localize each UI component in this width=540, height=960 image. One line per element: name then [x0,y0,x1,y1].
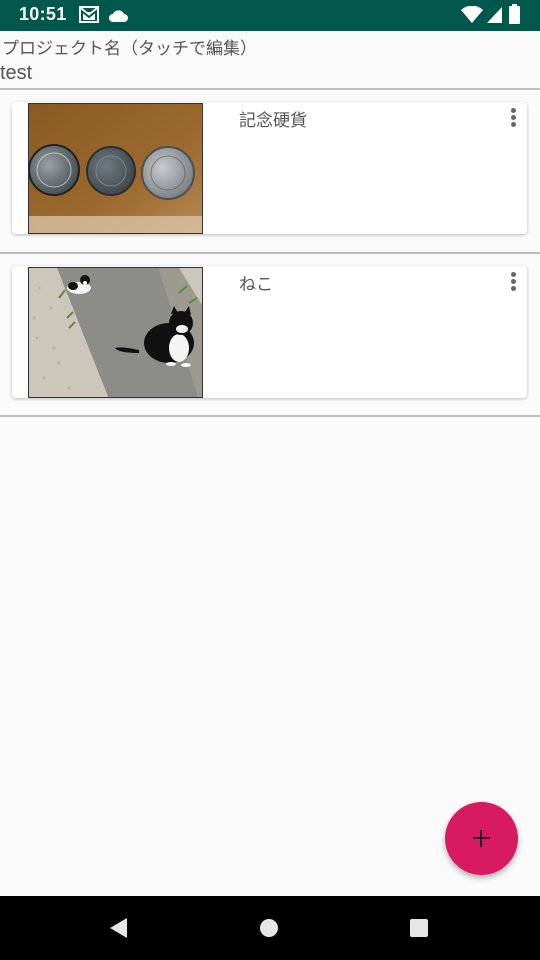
battery-icon [509,4,520,28]
more-options-icon[interactable] [505,270,521,296]
back-icon[interactable] [109,917,129,939]
signal-icon [486,6,503,28]
project-name-value[interactable]: test [0,62,32,85]
add-item-button[interactable] [445,802,518,875]
clock-time: 10:51 [19,4,67,24]
coins-photo [28,103,203,234]
header-divider [0,88,540,90]
home-icon[interactable] [259,918,279,938]
item-divider [0,415,540,417]
gmail-icon [79,6,99,27]
more-options-icon[interactable] [505,106,521,132]
project-header[interactable]: プロジェクト名（タッチで編集） test [0,31,540,89]
cloud-icon [108,8,128,27]
status-bar: 10:51 [0,0,540,31]
list-item-cat[interactable]: ねこ [12,266,527,398]
item-divider [0,252,540,254]
cat-photo [28,267,203,398]
navigation-bar [0,896,540,960]
wifi-icon [461,5,483,28]
item-title: ねこ [239,275,273,295]
item-title: 記念硬貨 [239,111,307,131]
list-item-coins[interactable]: 記念硬貨 [12,102,527,234]
project-name-label[interactable]: プロジェクト名（タッチで編集） [2,34,257,59]
recents-icon[interactable] [409,918,429,938]
